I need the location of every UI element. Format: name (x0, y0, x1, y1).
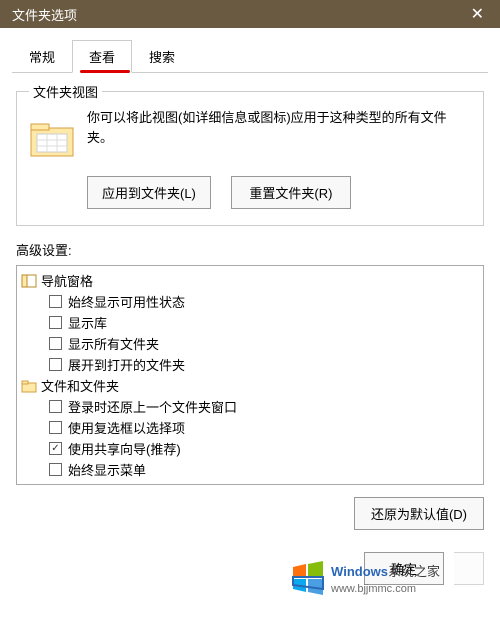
group-description: 你可以将此视图(如详细信息或图标)应用于这种类型的所有文件夹。 (87, 108, 471, 147)
list-item[interactable]: 显示库 (21, 312, 479, 333)
list-item-label: 展开到打开的文件夹 (68, 355, 185, 374)
partial-button (454, 552, 484, 585)
list-item-label: 显示所有文件夹 (68, 334, 159, 353)
advanced-settings-list[interactable]: 导航窗格 始终显示可用性状态显示库显示所有文件夹展开到打开的文件夹 文件和文件夹… (16, 265, 484, 485)
list-item-label: 始终显示菜单 (68, 460, 146, 479)
checkbox[interactable] (49, 463, 62, 476)
checkbox[interactable] (49, 442, 62, 455)
list-item-label: 使用共享向导(推荐) (68, 439, 181, 458)
list-item[interactable]: 使用共享向导(推荐) (21, 438, 479, 459)
list-item-label: 使用复选框以选择项 (68, 418, 185, 437)
list-item[interactable]: 登录时还原上一个文件夹窗口 (21, 396, 479, 417)
tab-strip: 常规 查看 搜索 (12, 40, 488, 73)
restore-defaults-button[interactable]: 还原为默认值(D) (354, 497, 484, 530)
watermark: Windows系统之家 www.bjjmmc.com (291, 561, 440, 595)
watermark-text: Windows系统之家 www.bjjmmc.com (331, 561, 440, 595)
nav-pane-icon (21, 273, 37, 289)
list-item[interactable]: 始终显示菜单 (21, 459, 479, 480)
tree-group-label: 导航窗格 (41, 271, 93, 290)
windows-logo-icon (291, 561, 325, 595)
checkbox[interactable] (49, 316, 62, 329)
list-item[interactable]: 始终显示图标，从不显示缩略图 (21, 480, 479, 485)
titlebar: 文件夹选项 ✕ (0, 0, 500, 28)
tab-general[interactable]: 常规 (12, 40, 72, 72)
advanced-label: 高级设置: (16, 240, 484, 259)
list-item[interactable]: 显示所有文件夹 (21, 333, 479, 354)
reset-folders-button[interactable]: 重置文件夹(R) (231, 176, 351, 209)
list-item[interactable]: 展开到打开的文件夹 (21, 354, 479, 375)
checkbox[interactable] (49, 421, 62, 434)
checkbox[interactable] (49, 337, 62, 350)
list-item[interactable]: 始终显示可用性状态 (21, 291, 479, 312)
folder-view-group: 文件夹视图 你可以将此视图(如详细信息或图标)应用于这种类型的所有文件夹。 应用… (16, 91, 484, 226)
checkbox[interactable] (49, 400, 62, 413)
group-legend: 文件夹视图 (29, 82, 102, 101)
close-icon[interactable]: ✕ (463, 4, 492, 24)
list-item-label: 始终显示图标，从不显示缩略图 (68, 481, 250, 485)
list-item[interactable]: 使用复选框以选择项 (21, 417, 479, 438)
checkbox[interactable] (49, 484, 62, 485)
annotation-underline (80, 70, 130, 73)
tab-search[interactable]: 搜索 (132, 40, 192, 72)
tree-group-label: 文件和文件夹 (41, 376, 119, 395)
list-item-label: 始终显示可用性状态 (68, 292, 185, 311)
list-item-label: 登录时还原上一个文件夹窗口 (68, 397, 237, 416)
list-item-label: 显示库 (68, 313, 107, 332)
apply-to-folders-button[interactable]: 应用到文件夹(L) (87, 176, 211, 209)
folder-icon (29, 116, 75, 162)
tab-view[interactable]: 查看 (72, 40, 132, 73)
checkbox[interactable] (49, 295, 62, 308)
window-title: 文件夹选项 (12, 5, 77, 24)
checkbox[interactable] (49, 358, 62, 371)
tree-group-files-folders: 文件和文件夹 (21, 375, 479, 396)
tree-group-nav-pane: 导航窗格 (21, 270, 479, 291)
files-folders-icon (21, 378, 37, 394)
dialog-body: 常规 查看 搜索 文件夹视图 你可以将此视图(如详细信息或图标)应用于这种类型的… (0, 28, 500, 597)
